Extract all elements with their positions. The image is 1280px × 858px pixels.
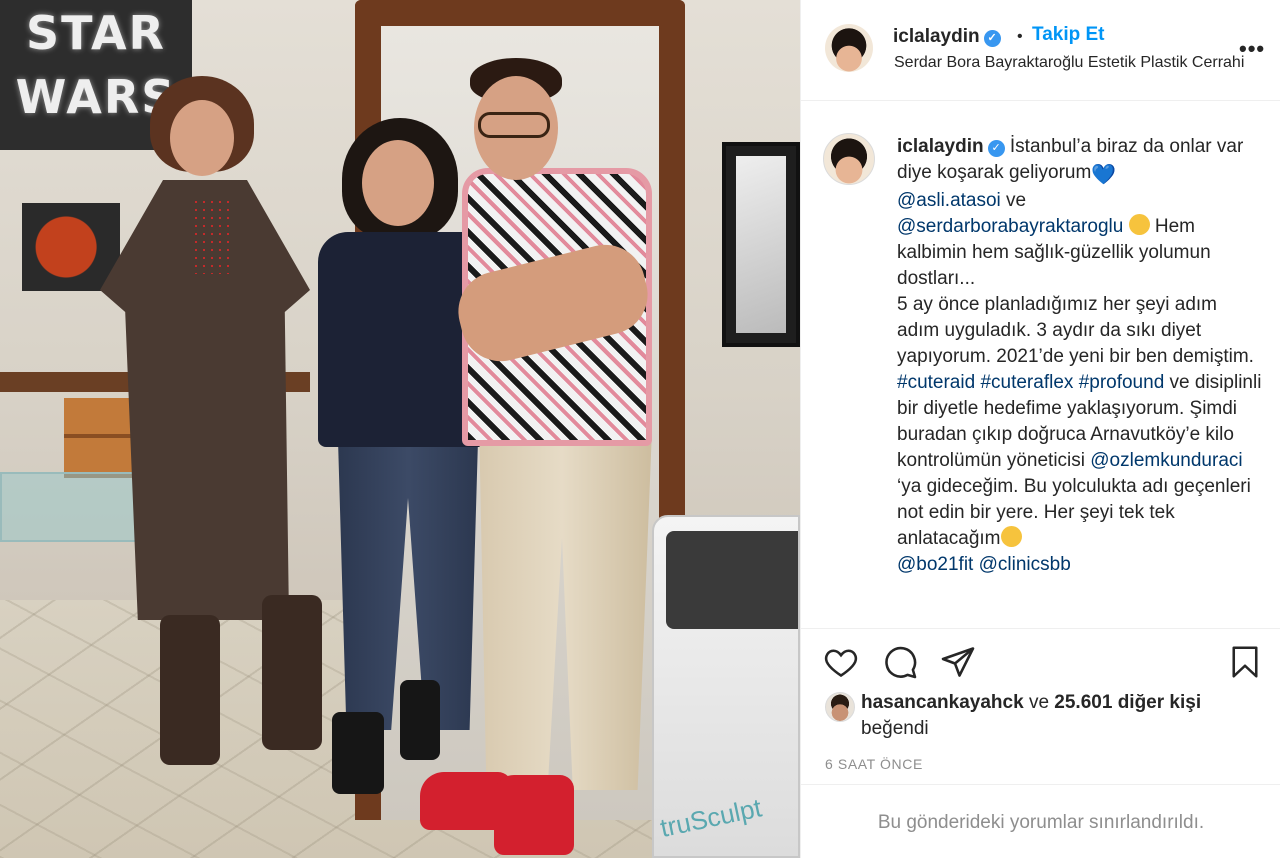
header-dot-separator: •: [1017, 28, 1023, 45]
wall-art-frame: [722, 142, 800, 347]
author-username[interactable]: iclalaydin ✓: [893, 26, 1001, 48]
machine-brand-label: truSculpt: [657, 792, 765, 844]
desk-drawers: [64, 398, 136, 478]
caption-text-6: ‘ya gideceğim. Bu yolculukta adı geçenle…: [897, 476, 1251, 549]
hashtag-cuteraid[interactable]: #cuteraid: [897, 372, 975, 393]
bookmark-icon[interactable]: [1227, 644, 1263, 680]
share-icon[interactable]: [940, 644, 976, 680]
author-username-text[interactable]: iclalaydin: [893, 26, 980, 47]
vader-poster: [22, 203, 120, 291]
hashtag-cuteraflex[interactable]: #cuteraflex: [980, 372, 1073, 393]
caption-avatar[interactable]: [823, 133, 875, 185]
post-location[interactable]: Serdar Bora Bayraktaroğlu Estetik Plasti…: [894, 54, 1254, 72]
author-avatar[interactable]: [825, 24, 873, 72]
post-timestamp[interactable]: 6 SAAT ÖNCE: [825, 756, 923, 772]
mention-asli-atasoi[interactable]: @asli.atasoi: [897, 190, 1001, 211]
caption-divider: [801, 628, 1280, 629]
header-divider: [801, 100, 1280, 101]
caption-text-4: 5 ay önce planladığımız her şeyi adım ad…: [897, 294, 1254, 367]
more-options-icon[interactable]: •••: [1239, 36, 1265, 62]
mention-clinicsbb[interactable]: @clinicsbb: [979, 554, 1071, 575]
likes-summary: hasancankayahck ve 25.601 diğer kişi beğ…: [825, 690, 1265, 742]
likes-count[interactable]: 25.601 diğer kişi: [1054, 692, 1201, 713]
mention-ozlemkunduraci[interactable]: @ozlemkunduraci: [1090, 450, 1242, 471]
comment-icon[interactable]: [882, 644, 918, 680]
likes-suffix: beğendi: [861, 718, 929, 739]
mention-bo21fit[interactable]: @bo21fit: [897, 554, 973, 575]
blue-heart-emoji: 💙: [1091, 164, 1117, 186]
liker-avatar[interactable]: [825, 692, 855, 722]
mention-serdarborabayraktaroglu[interactable]: @serdarborabayraktaroglu: [897, 216, 1123, 237]
hashtag-profound[interactable]: #profound: [1079, 372, 1165, 393]
glass-table: [0, 472, 150, 542]
post-photo[interactable]: STAR WARS truSculpt: [0, 0, 800, 858]
follow-button[interactable]: Takip Et: [1032, 24, 1105, 46]
caption-verified-icon: ✓: [987, 140, 1005, 157]
action-bar: [801, 640, 1280, 684]
sign-line-1: STAR: [26, 6, 166, 60]
liker-username[interactable]: hasancankayahck: [861, 692, 1024, 713]
caption-text-2: ve: [1000, 190, 1027, 211]
trusculpt-machine: truSculpt: [652, 515, 800, 858]
winking-face-emoji: [1000, 526, 1022, 547]
likes-connector: ve: [1023, 692, 1055, 713]
comments-restricted-notice: Bu gönderideki yorumlar sınırlandırıldı.: [877, 812, 1205, 833]
caption-username[interactable]: iclalaydin: [897, 136, 984, 157]
footer-divider: [801, 784, 1280, 785]
heart-icon[interactable]: [823, 644, 859, 680]
smiling-hearts-emoji: [1128, 214, 1150, 235]
verified-badge-icon: ✓: [983, 30, 1001, 47]
post-caption: iclalaydin ✓ İstanbul’a biraz da onlar va…: [897, 134, 1263, 578]
post-sidebar: iclalaydin ✓ • Takip Et Serdar Bora Bayra…: [800, 0, 1280, 858]
